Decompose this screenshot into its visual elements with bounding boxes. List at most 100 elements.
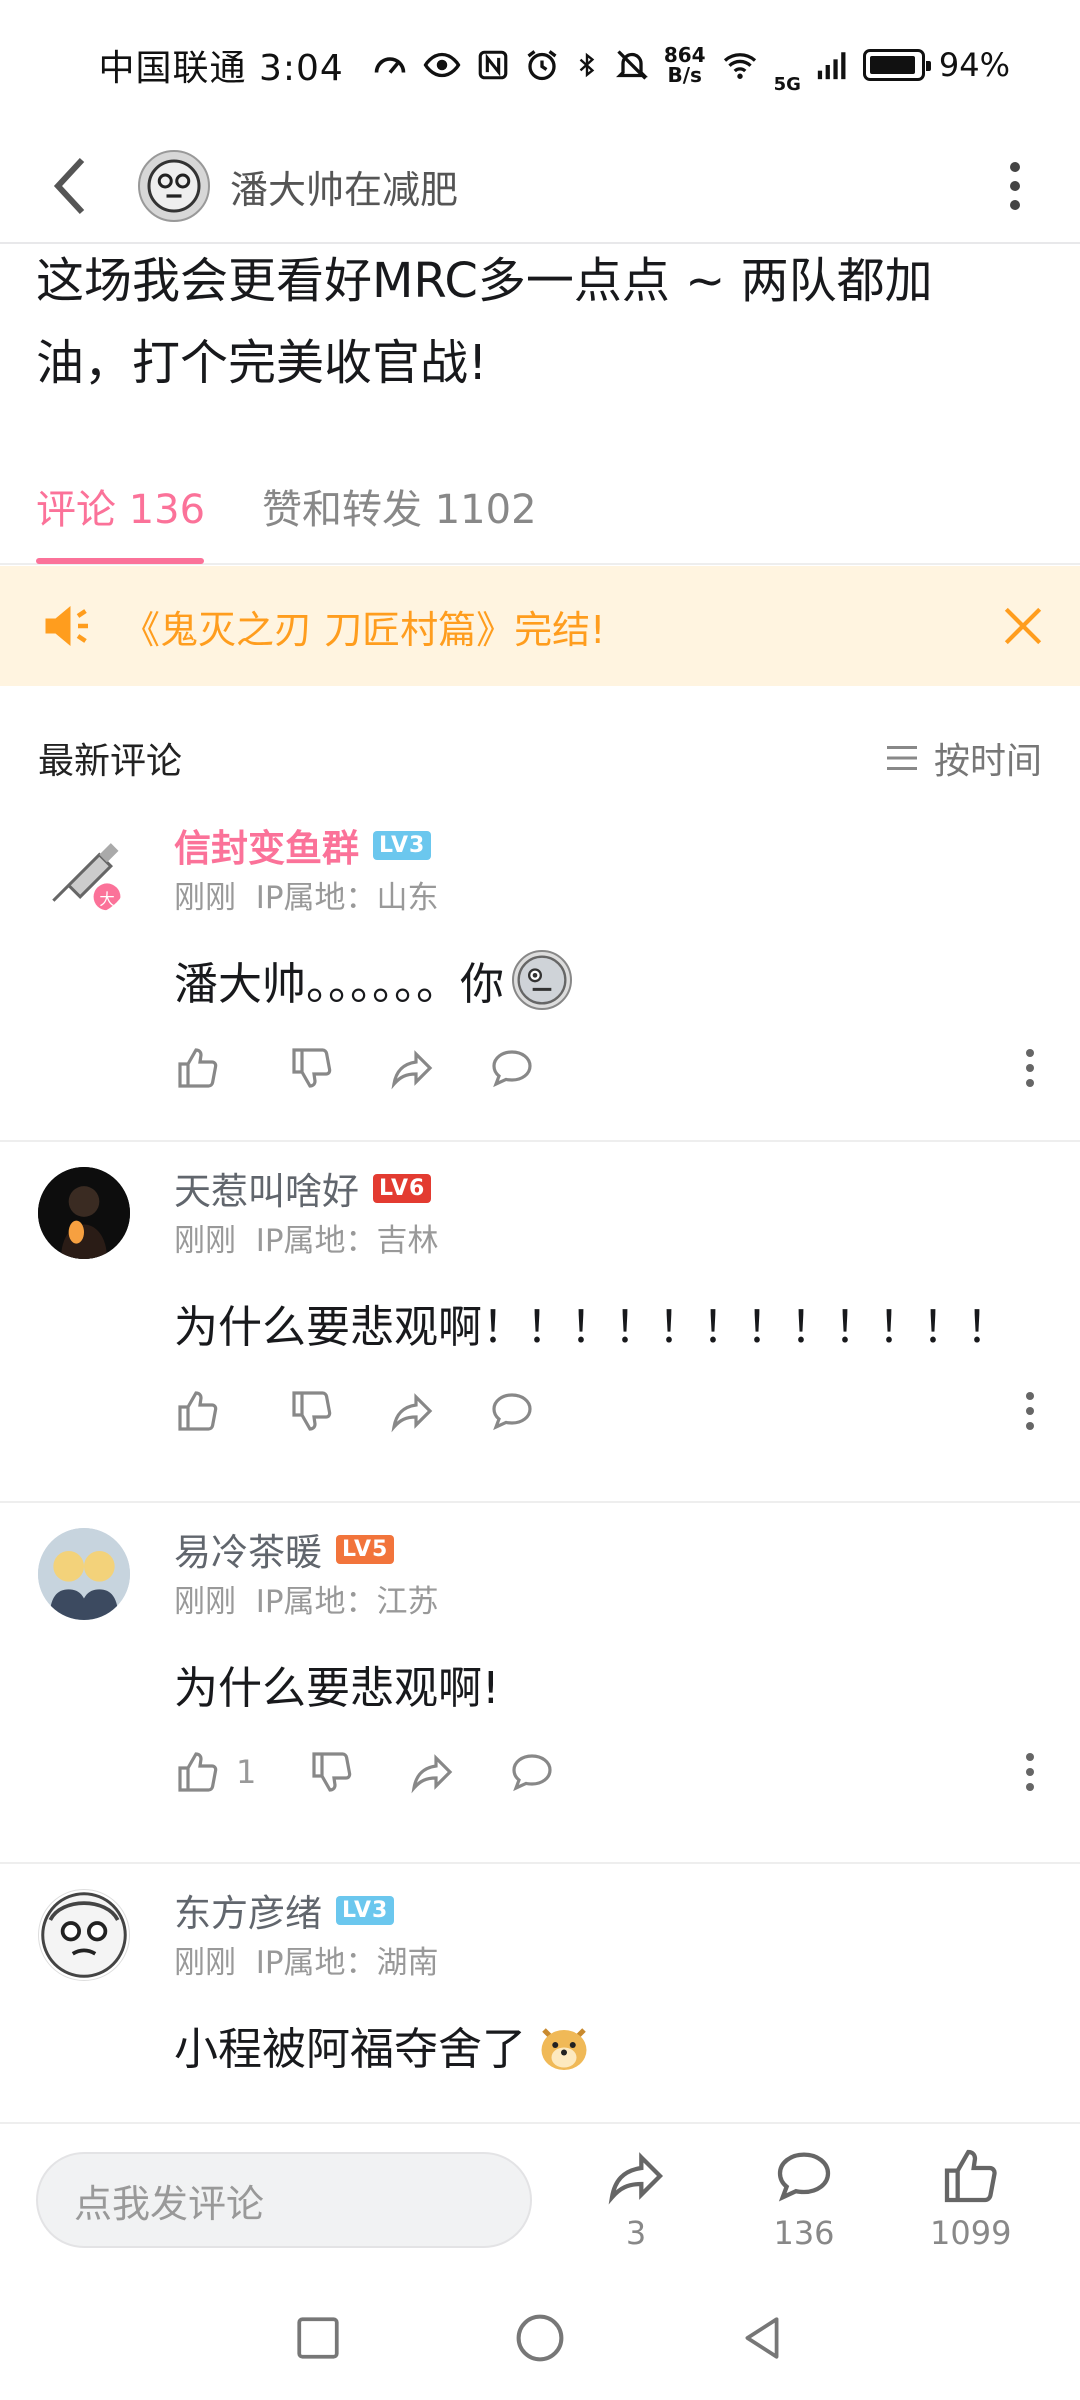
thumbs-up-icon [944,2149,997,2203]
comment-more-button[interactable] [1026,1753,1034,1791]
author-name[interactable]: 潘大帅在减肥 [230,159,980,214]
back-button[interactable] [20,129,120,243]
tab-indicator [36,558,204,564]
more-options-button[interactable] [980,162,1050,210]
twins-avatar-icon [38,1528,130,1620]
section-title: 最新评论 [38,741,183,782]
commenter-name[interactable]: 天惹叫啥好 LV6 [174,1161,432,1215]
comment-bubble-icon [492,1050,532,1088]
comment-item: 天惹叫啥好 LV6 刚刚 IP属地：吉林 为什么要悲观啊！！！！！！！！！！！！ [0,1143,1080,1503]
comment-text: 潘大帅。。。。。。你 [174,948,572,1012]
like-button[interactable] [174,1387,236,1435]
comment-meta: 刚刚 IP属地：湖南 [174,1945,439,1981]
mute-bell-icon [615,50,648,80]
carrier-time: 中国联通 3:04 [99,39,344,91]
reply-button[interactable] [508,1748,556,1796]
system-nav-bar [0,2276,1080,2400]
share-post-button[interactable]: 3 [604,2144,668,2252]
comment-actions [174,1381,1044,1441]
comment-bubble-icon [512,1754,552,1792]
share-button[interactable] [388,1387,436,1435]
comment-bubble-icon [492,1393,532,1431]
share-arrow-icon [391,1393,433,1433]
back-arrow-icon [53,157,85,215]
signal-type: 5G [773,73,801,95]
alarm-icon [527,50,557,81]
like-button[interactable] [174,1044,236,1092]
commenter-name[interactable]: 易冷茶暖 LV5 [174,1522,395,1576]
level-badge: LV3 [373,830,432,860]
comment-sort-row: 最新评论 按时间 [0,728,1080,788]
level-badge: LV3 [336,1895,395,1925]
thumbs-down-icon [292,1391,332,1431]
commenter-avatar[interactable] [38,1167,130,1259]
clock-time: 3:04 [258,48,344,89]
share-arrow-icon [411,1754,453,1794]
comment-item: 大 信封变鱼群 LV3 刚刚 IP属地：山东 潘大帅。。。。。。你 [0,800,1080,1142]
notice-banner[interactable]: 《鬼灭之刃 刀匠村篇》完结! [0,566,1080,686]
commenter-avatar[interactable] [38,1528,130,1620]
share-arrow-icon [391,1050,433,1090]
more-vertical-icon [1010,162,1020,210]
speaker-icon [45,606,88,646]
back-triangle-icon[interactable] [737,2313,787,2363]
cartoon-face-icon [147,159,201,213]
dislike-button[interactable] [288,1387,336,1435]
comment-more-button[interactable] [1026,1049,1034,1087]
share-count: 3 [625,2214,647,2252]
commenter-name[interactable]: 信封变鱼群 LV3 [174,818,432,872]
comment-text: 为什么要悲观啊! [174,1663,500,1714]
thumbs-down-icon [312,1752,352,1792]
share-arrow-icon [608,2152,664,2205]
status-bar: 中国联通 3:04 864 B/s 5G 94% [0,0,1080,130]
dislike-button[interactable] [308,1748,356,1796]
comment-meta: 刚刚 IP属地：吉林 [174,1223,439,1259]
tab-likes-reposts[interactable]: 赞和转发 1102 [262,477,537,535]
thumbs-up-icon [178,1048,218,1088]
like-button[interactable]: 1 [174,1748,256,1796]
commenter-avatar[interactable] [38,1889,130,1981]
share-button[interactable] [388,1044,436,1092]
comment-bubble-icon [777,2152,831,2202]
top-app-bar: 潘大帅在减肥 [0,130,1080,244]
share-button[interactable] [408,1748,456,1796]
thumbs-up-icon [178,1752,218,1792]
comments-button[interactable]: 136 [772,2144,836,2252]
net-speed: 864 B/s [663,43,706,87]
like-post-button[interactable]: 1099 [930,2144,1011,2252]
commenter-name[interactable]: 东方彦绪 LV3 [174,1883,395,1937]
reply-button[interactable] [488,1044,536,1092]
svg-text:大: 大 [99,891,114,909]
home-circle-icon[interactable] [513,2311,567,2365]
sort-button[interactable]: 按时间 [884,732,1042,784]
tab-comments[interactable]: 评论 136 [36,477,205,535]
nfc-icon [478,50,508,80]
carrier-name: 中国联通 [98,48,247,89]
battery-percent: 94% [938,46,1010,84]
dislike-button[interactable] [288,1044,336,1092]
recents-square-icon[interactable] [293,2313,343,2363]
like-count: 1099 [930,2214,1012,2252]
comment-input[interactable]: 点我发评论 [36,2152,532,2248]
speedometer-icon [374,57,406,74]
signal-bars-icon [817,52,846,80]
comment-text: 小程被阿福夺舍了 [174,2013,594,2077]
bluetooth-icon [579,52,595,78]
scared-face-avatar-icon [41,1892,127,1978]
comment-meta: 刚刚 IP属地：江苏 [174,1584,439,1620]
eye-icon [423,52,461,78]
comment-item: 易冷茶暖 LV5 刚刚 IP属地：江苏 为什么要悲观啊! 1 [0,1504,1080,1864]
close-icon[interactable] [998,601,1048,651]
list-icon [886,746,917,770]
dark-figure-avatar-icon [38,1167,130,1259]
comment-more-button[interactable] [1026,1392,1034,1430]
comment-meta: 刚刚 IP属地：山东 [174,880,439,916]
bottom-action-bar: 点我发评论 3 136 1099 [0,2122,1080,2276]
comment-actions [174,1038,1044,1098]
commenter-avatar[interactable]: 大 [38,824,130,916]
post-text-line-2: 油，打个完美收官战! [36,335,488,391]
detail-tabs: 评论 136 赞和转发 1102 [0,455,1080,565]
reply-button[interactable] [488,1387,536,1435]
battery-icon [862,49,931,81]
author-avatar[interactable] [138,150,210,222]
